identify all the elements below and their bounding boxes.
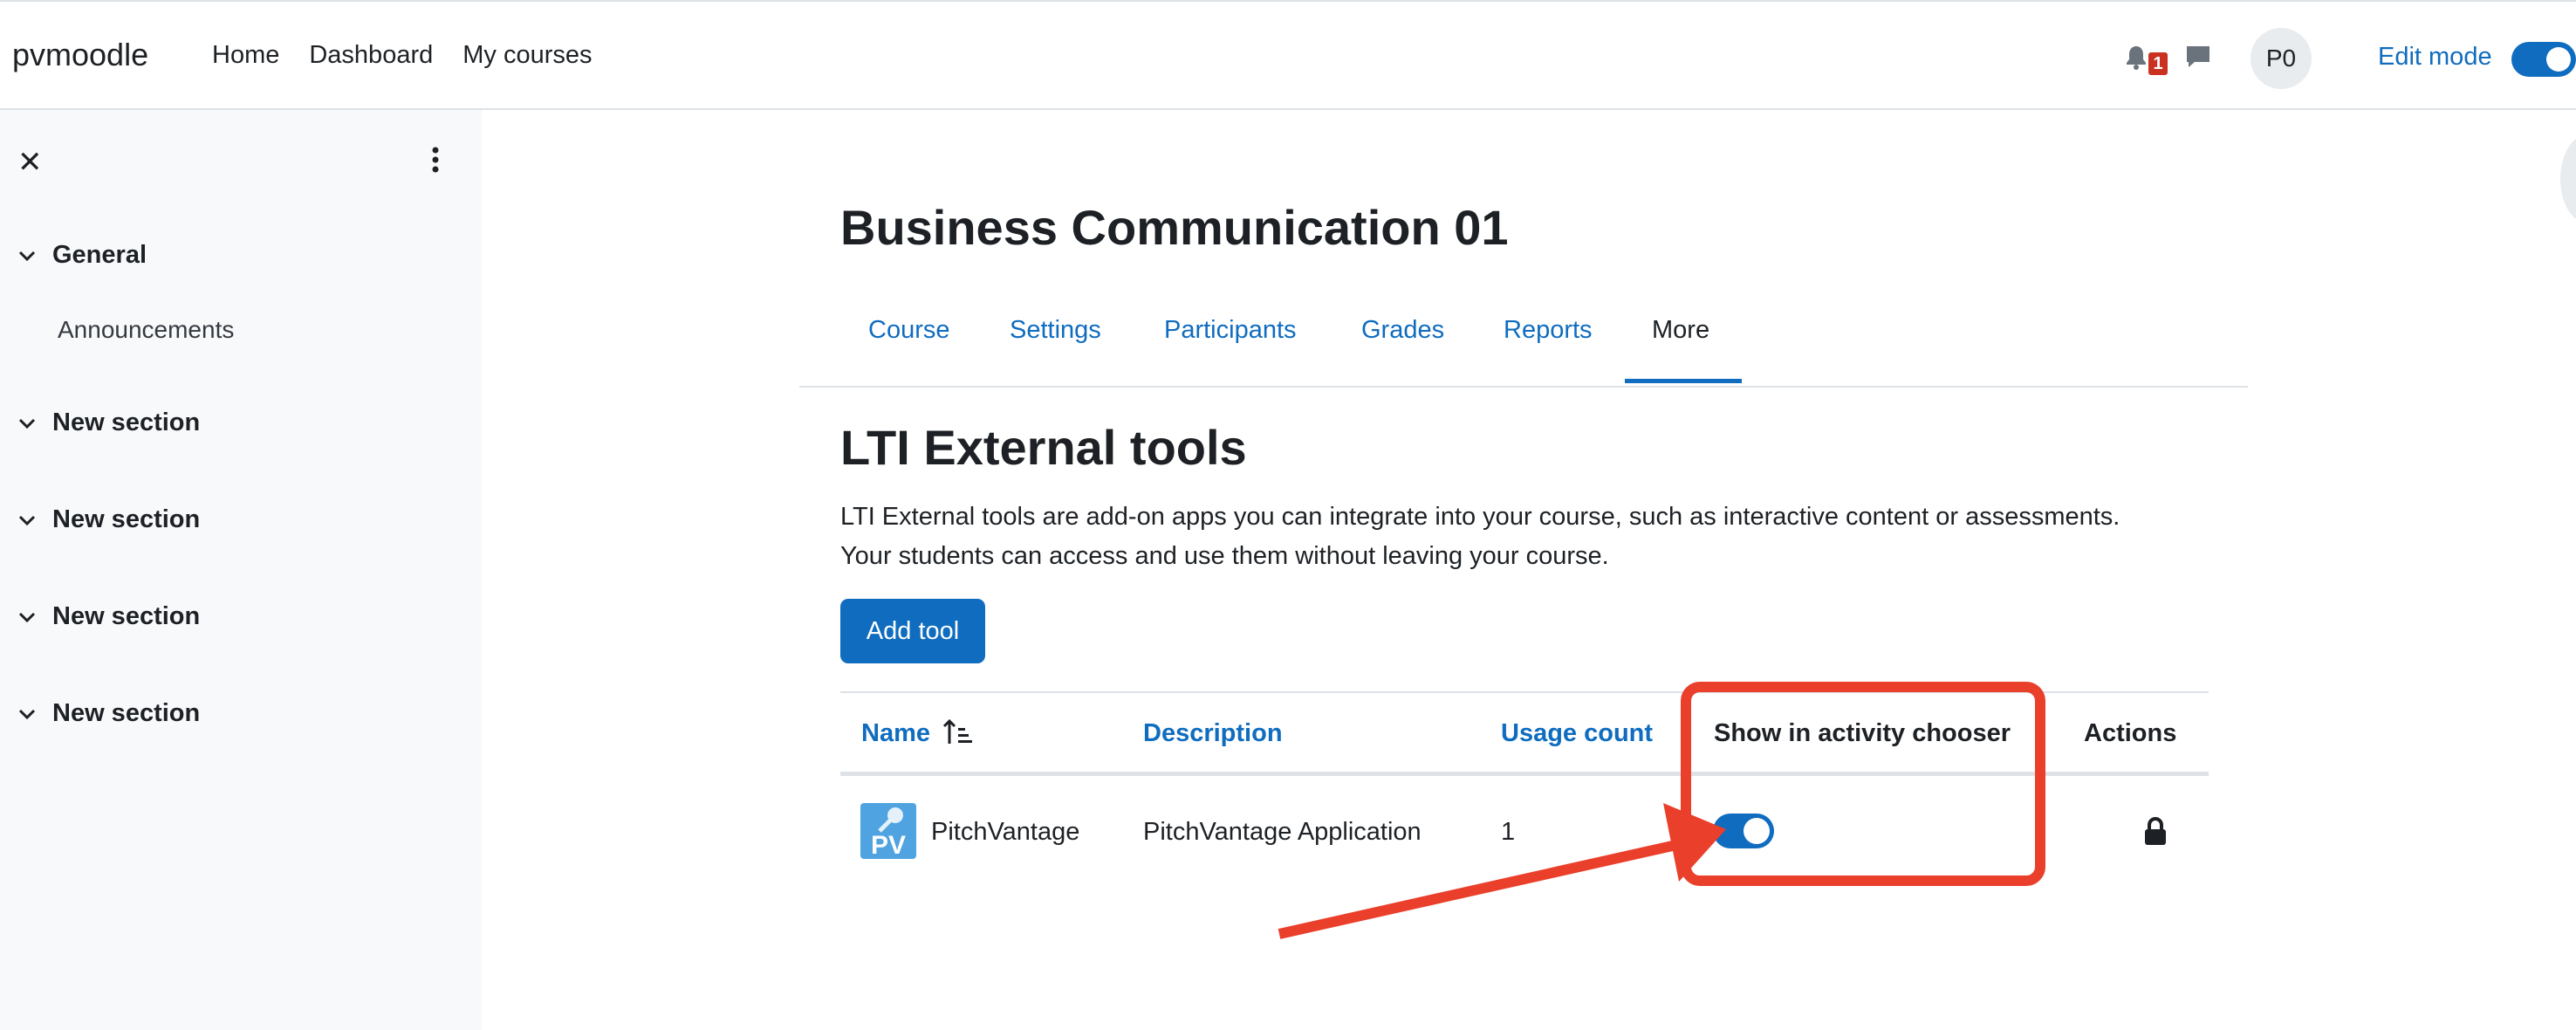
nav-home-link[interactable]: Home <box>212 41 279 70</box>
course-title: Business Communication 01 <box>840 200 1509 255</box>
course-secondary-nav: Course Settings Participants Grades Repo… <box>799 316 2248 388</box>
drawer-section-label: New section <box>52 699 201 727</box>
column-header-description[interactable]: Description <box>1143 719 1283 748</box>
drawer-section-new-1[interactable]: New section <box>16 409 200 437</box>
pitchvantage-logo-icon: PV <box>860 803 916 859</box>
nav-my-courses-link[interactable]: My courses <box>462 41 592 70</box>
tab-settings[interactable]: Settings <box>1010 316 1101 345</box>
user-avatar[interactable]: P0 <box>2251 28 2312 89</box>
chevron-down-icon <box>18 709 36 719</box>
drawer-section-label: New section <box>52 602 201 630</box>
annotation-highlight-box <box>1681 682 2045 886</box>
course-index-drawer: ✕ General Announcements New section New … <box>0 110 482 1030</box>
close-drawer-icon[interactable]: ✕ <box>17 145 43 180</box>
page-root: pvmoodle Home Dashboard My courses 1 P0 … <box>0 0 2576 1030</box>
drawer-section-new-4[interactable]: New section <box>16 699 200 728</box>
chevron-down-icon <box>18 515 36 525</box>
description-line: LTI External tools are add-on apps you c… <box>840 503 2120 531</box>
table-top-border <box>840 691 2209 693</box>
tool-name: PitchVantage <box>931 818 1080 846</box>
column-header-show-in-chooser: Show in activity chooser <box>1714 719 2011 747</box>
top-navbar: pvmoodle Home Dashboard My courses 1 P0 … <box>0 0 2576 110</box>
drawer-section-label: General <box>52 241 147 269</box>
tab-course[interactable]: Course <box>868 316 950 345</box>
show-in-chooser-toggle[interactable] <box>1713 814 1774 848</box>
drawer-options-kebab-icon[interactable] <box>421 145 450 175</box>
drawer-section-label: New section <box>52 409 201 436</box>
notification-count-badge: 1 <box>2148 52 2168 75</box>
tool-usage-count: 1 <box>1501 818 1516 846</box>
tab-more[interactable]: More <box>1652 316 1709 345</box>
active-tab-indicator <box>1625 379 1742 383</box>
tab-participants[interactable]: Participants <box>1164 316 1297 345</box>
edit-mode-label: Edit mode <box>2378 43 2492 71</box>
drawer-item-announcements[interactable]: Announcements <box>58 316 234 344</box>
description-line: Your students can access and use them wi… <box>840 542 1609 570</box>
chevron-down-icon <box>18 418 36 429</box>
chevron-down-icon <box>18 251 36 261</box>
drawer-section-new-3[interactable]: New section <box>16 602 200 631</box>
page-heading: LTI External tools <box>840 420 1247 475</box>
primary-navigation: Home Dashboard My courses <box>212 41 593 70</box>
tool-logo-text: PV <box>871 831 906 859</box>
column-header-name[interactable]: Name <box>861 719 930 748</box>
nav-dashboard-link[interactable]: Dashboard <box>309 41 433 70</box>
tool-description: PitchVantage Application <box>1143 818 1422 846</box>
column-header-usage-count[interactable]: Usage count <box>1501 719 1653 748</box>
edit-mode-toggle[interactable] <box>2511 42 2576 77</box>
lock-icon <box>2145 817 2166 845</box>
sort-ascending-icon[interactable] <box>942 718 974 747</box>
drawer-section-general[interactable]: General <box>16 241 147 270</box>
drawer-section-new-2[interactable]: New section <box>16 505 200 534</box>
column-header-actions: Actions <box>2084 719 2177 747</box>
table-header-divider <box>840 772 2209 776</box>
add-tool-button[interactable]: Add tool <box>840 599 985 663</box>
notifications-bell-icon[interactable] <box>2122 44 2150 72</box>
drawer-section-label: New section <box>52 505 201 533</box>
drawer-toggle-handle[interactable] <box>2560 135 2576 223</box>
tab-reports[interactable]: Reports <box>1504 316 1593 345</box>
site-brand[interactable]: pvmoodle <box>12 37 148 73</box>
tab-grades[interactable]: Grades <box>1361 316 1444 345</box>
page-description: LTI External tools are add-on apps you c… <box>840 498 2254 576</box>
chevron-down-icon <box>18 612 36 622</box>
messages-icon[interactable] <box>2184 44 2212 70</box>
